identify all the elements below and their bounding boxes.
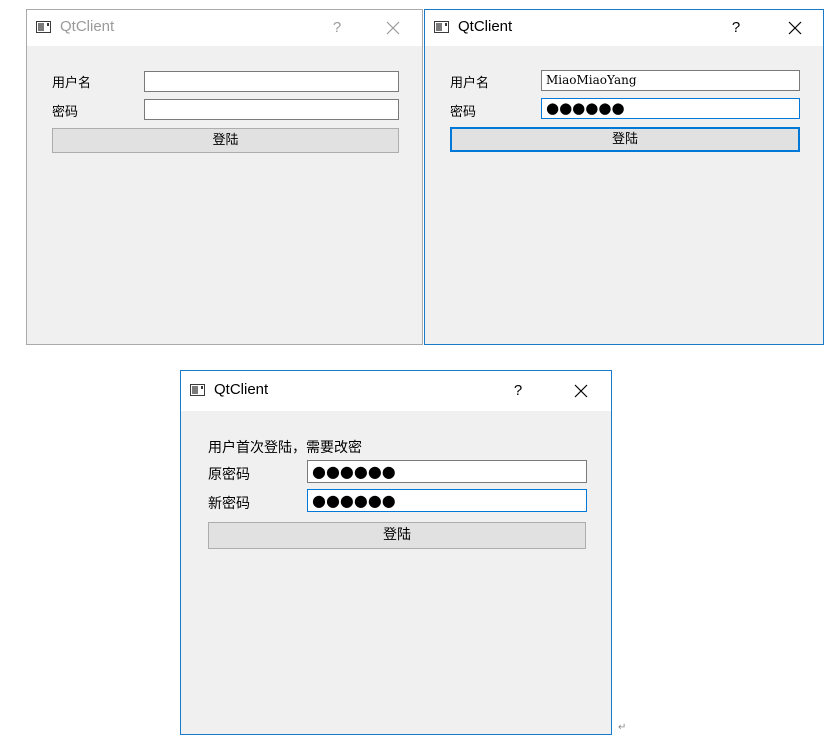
close-button[interactable] bbox=[775, 10, 815, 46]
close-icon bbox=[788, 21, 802, 35]
username-label: 用户名 bbox=[450, 76, 490, 91]
login-window-active: QtClient ? 用户名 MiaoMiaoYang 密码 ●●●●●● 登陆 bbox=[424, 9, 824, 345]
close-icon bbox=[574, 384, 588, 398]
password-label: 密码 bbox=[450, 105, 477, 120]
help-button[interactable]: ? bbox=[498, 371, 538, 411]
new-password-label: 新密码 bbox=[208, 496, 250, 512]
help-button[interactable]: ? bbox=[317, 10, 357, 46]
close-button[interactable] bbox=[561, 371, 601, 411]
qt-window-icon bbox=[434, 21, 449, 33]
paragraph-mark-icon: ↵ bbox=[618, 722, 627, 733]
window-title: QtClient bbox=[214, 381, 269, 398]
login-button[interactable]: 登陆 bbox=[450, 127, 800, 152]
qt-window-icon bbox=[36, 21, 51, 33]
password-input[interactable] bbox=[144, 99, 399, 120]
close-icon bbox=[386, 21, 400, 35]
change-password-window: QtClient ? 用户首次登陆，需要改密 原密码 ●●●●●● 新密码 ●●… bbox=[180, 370, 612, 735]
login-window-inactive: QtClient ? 用户名 密码 登陆 bbox=[26, 9, 423, 345]
password-label: 密码 bbox=[52, 105, 79, 120]
username-input[interactable] bbox=[144, 71, 399, 92]
help-button[interactable]: ? bbox=[716, 10, 756, 46]
title-bar[interactable]: QtClient ? bbox=[425, 10, 823, 46]
old-password-input[interactable]: ●●●●●● bbox=[307, 460, 587, 483]
window-title: QtClient bbox=[458, 18, 513, 35]
title-bar[interactable]: QtClient ? bbox=[181, 371, 611, 411]
close-button[interactable] bbox=[373, 10, 413, 46]
old-password-label: 原密码 bbox=[208, 467, 250, 483]
window-title: QtClient bbox=[60, 18, 115, 35]
username-label: 用户名 bbox=[52, 76, 92, 91]
login-button[interactable]: 登陆 bbox=[208, 522, 586, 549]
title-bar[interactable]: QtClient ? bbox=[27, 10, 422, 46]
new-password-input[interactable]: ●●●●●● bbox=[307, 489, 587, 512]
username-input[interactable]: MiaoMiaoYang bbox=[541, 70, 800, 91]
login-button[interactable]: 登陆 bbox=[52, 128, 399, 153]
password-input[interactable]: ●●●●●● bbox=[541, 98, 800, 119]
first-login-notice: 用户首次登陆，需要改密 bbox=[208, 440, 362, 456]
qt-window-icon bbox=[190, 384, 205, 396]
